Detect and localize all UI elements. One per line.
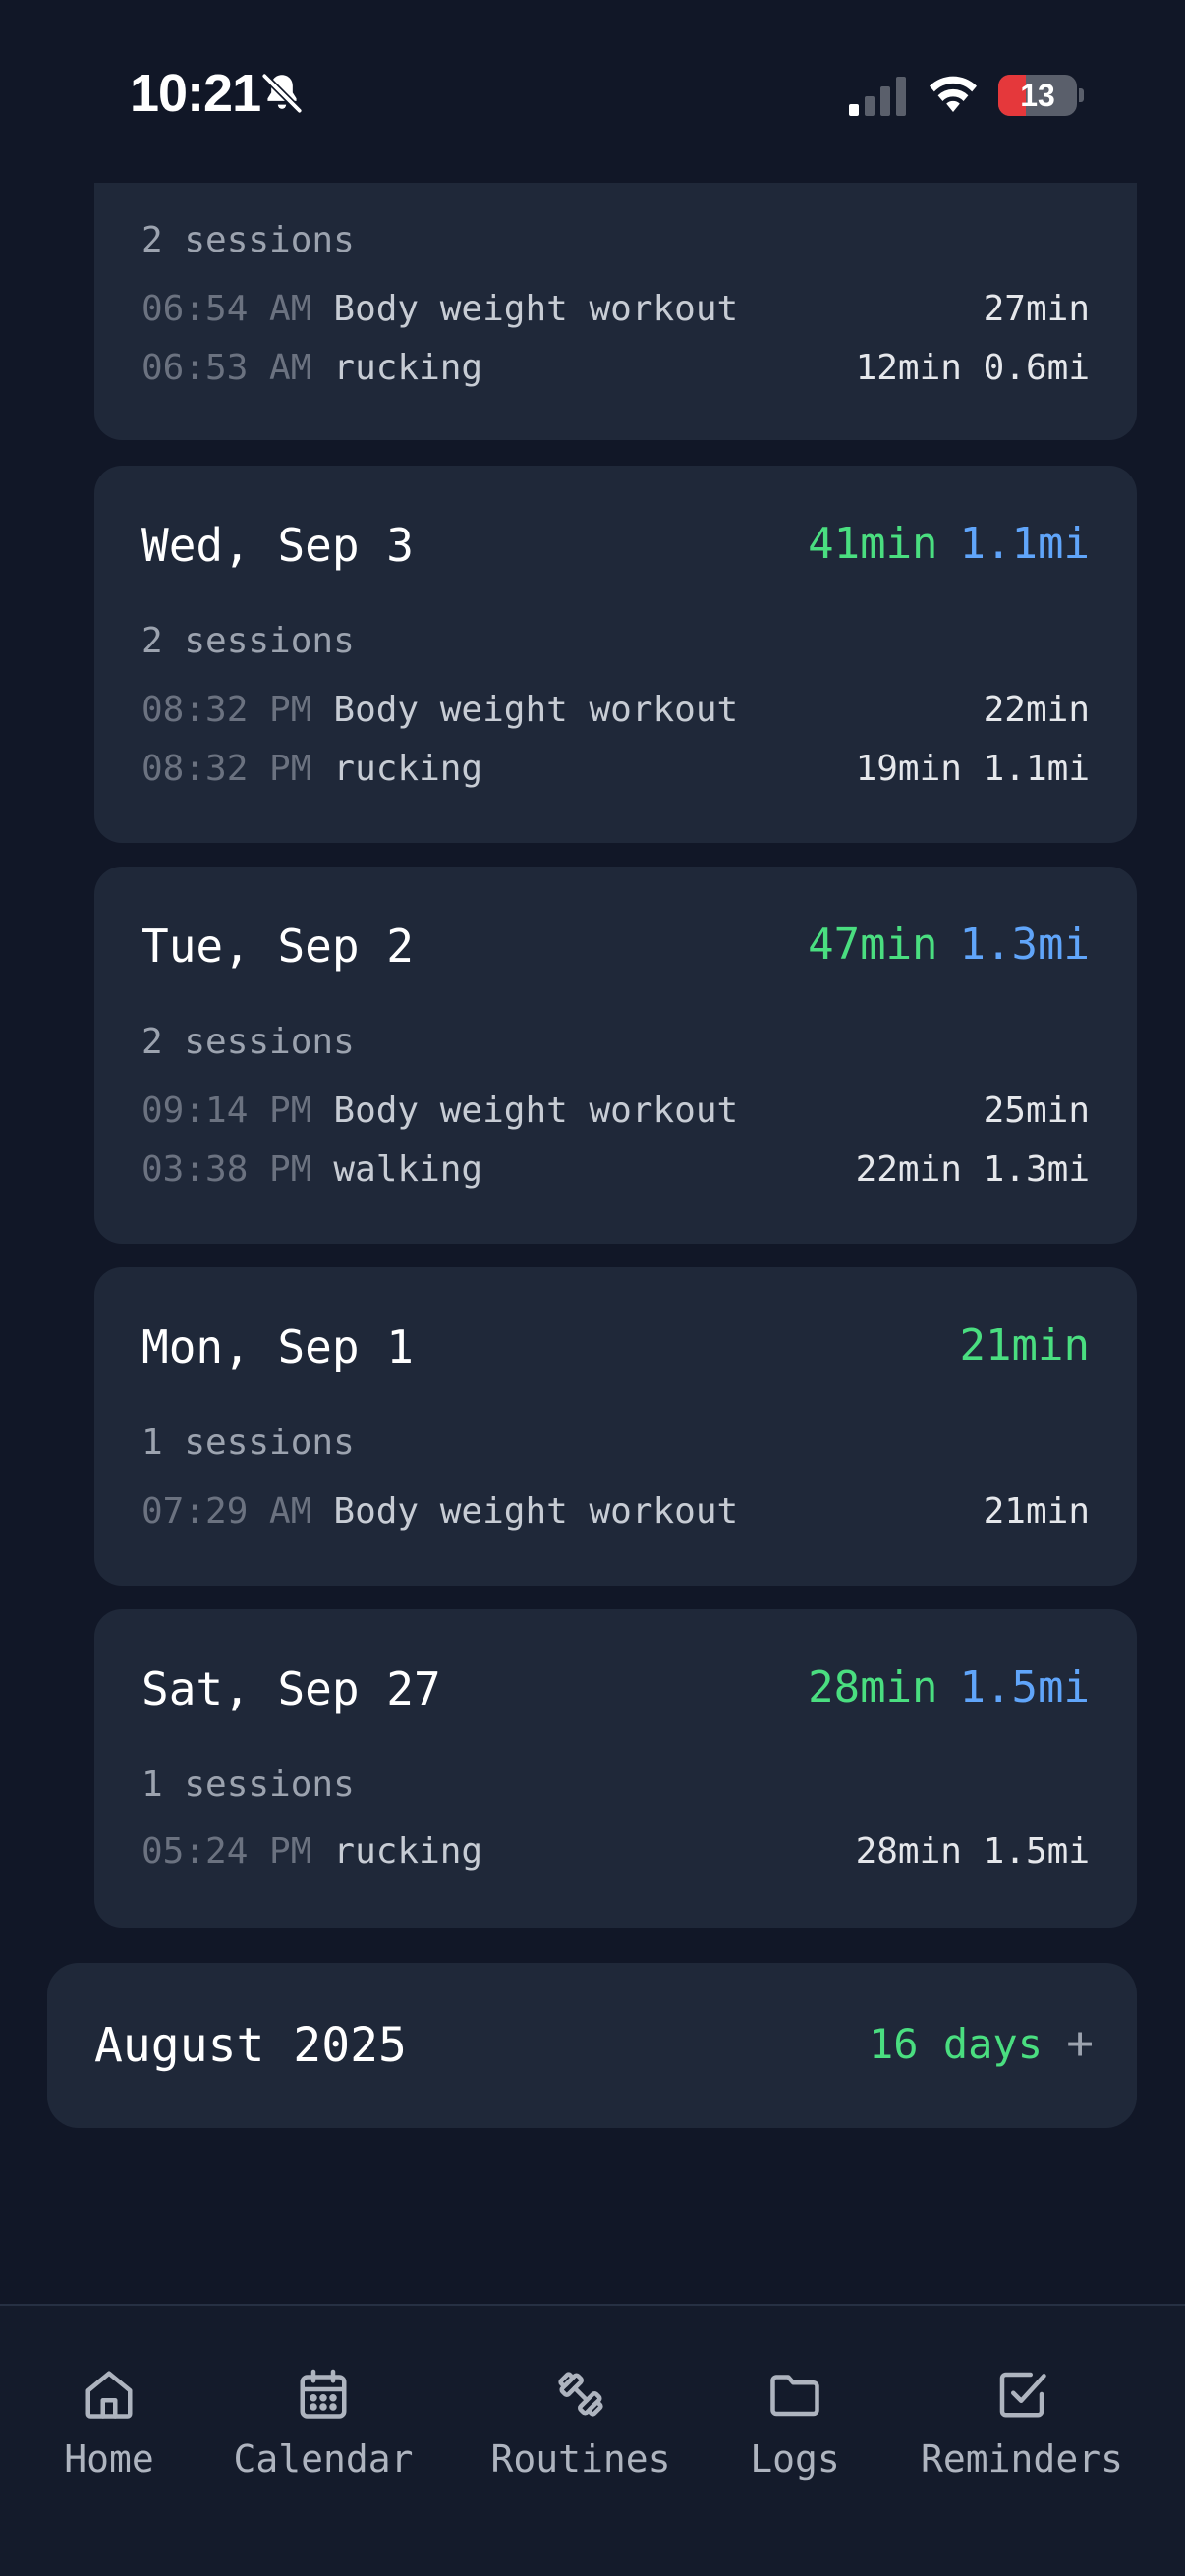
expand-plus-icon[interactable]: + (1066, 2016, 1094, 2069)
day-title: Mon, Sep 1 (141, 1320, 414, 1373)
sessions-count: 2 sessions (141, 621, 355, 661)
nav-label: Reminders (921, 2437, 1123, 2481)
total-minutes: 28min (808, 1662, 938, 1712)
session-name: rucking (333, 749, 483, 789)
day-title: Tue, Sep 2 (141, 920, 414, 973)
sessions-count: 2 sessions (141, 1022, 355, 1062)
nav-label: Home (64, 2437, 154, 2481)
nav-reminders[interactable]: Reminders (914, 2365, 1130, 2481)
dumbbell-icon (558, 2372, 603, 2417)
bell-slash-icon (260, 72, 304, 115)
session-stats: 22min (983, 690, 1090, 730)
session-row[interactable]: 09:14 PM Body weight workout 25min (141, 1091, 1090, 1134)
session-time: 08:32 PM (141, 749, 312, 789)
session-name: Body weight workout (333, 1091, 739, 1131)
sessions-count: 1 sessions (141, 1423, 355, 1463)
session-time: 06:53 AM (141, 348, 312, 388)
session-stats: 21min (983, 1491, 1090, 1532)
battery-level: 13 (1020, 78, 1055, 113)
month-title: August 2025 (94, 2018, 407, 2073)
day-totals: 28min 1.5mi (808, 1662, 1090, 1712)
session-stats: 27min (983, 289, 1090, 329)
session-name: walking (333, 1149, 483, 1190)
day-card[interactable]: Mon, Sep 1 21min 1 sessions 07:29 AM Body… (94, 1267, 1137, 1586)
calendar-icon (300, 2369, 347, 2419)
nav-label: Routines (490, 2437, 671, 2481)
session-time: 06:54 AM (141, 289, 312, 329)
status-time: 10:21 (130, 64, 261, 123)
folder-icon (770, 2375, 819, 2417)
wifi-icon (930, 76, 977, 112)
session-name: Body weight workout (333, 289, 739, 329)
session-stats: 12min 0.6mi (855, 348, 1090, 388)
session-name: rucking (333, 348, 483, 388)
session-row[interactable]: 08:32 PM Body weight workout 22min (141, 690, 1090, 733)
session-name: Body weight workout (333, 1491, 739, 1532)
nav-logs[interactable]: Logs (687, 2365, 903, 2481)
status-bar: 10:21 13 (0, 0, 1185, 183)
day-card[interactable]: Tue, Sep 2 47min 1.3mi 2 sessions 09:14 P… (94, 867, 1137, 1244)
session-row[interactable]: 03:38 PM walking 22min 1.3mi (141, 1149, 1090, 1193)
day-card[interactable]: Sat, Sep 27 28min 1.5mi 1 sessions 05:24 … (94, 1609, 1137, 1928)
month-header-august[interactable]: August 2025 16 days + (47, 1963, 1137, 2128)
bottom-nav: Home Calendar Routines Logs Reminders (0, 2304, 1185, 2576)
app-screen: 2 sessions 06:54 AM Body weight workout 2… (0, 0, 1185, 2576)
nav-label: Calendar (233, 2437, 414, 2481)
total-miles: 1.5mi (959, 1662, 1090, 1712)
sessions-count: 2 sessions (141, 220, 355, 260)
day-title: Sat, Sep 27 (141, 1662, 441, 1715)
day-totals: 41min 1.1mi (808, 519, 1090, 569)
checkbox-icon (999, 2372, 1046, 2418)
day-totals: 21min (960, 1320, 1090, 1371)
total-miles: 1.3mi (959, 920, 1090, 970)
session-time: 03:38 PM (141, 1149, 312, 1190)
nav-label: Logs (750, 2437, 840, 2481)
session-stats: 19min 1.1mi (855, 749, 1090, 789)
battery-charging-icon: 13 (998, 75, 1084, 116)
session-name: Body weight workout (333, 690, 739, 730)
session-row[interactable]: 08:32 PM rucking 19min 1.1mi (141, 749, 1090, 792)
history-scroll[interactable]: 2 sessions 06:54 AM Body weight workout 2… (0, 0, 1185, 2304)
session-stats: 25min (983, 1091, 1090, 1131)
day-card[interactable]: Wed, Sep 3 41min 1.1mi 2 sessions 08:32 P… (94, 466, 1137, 843)
session-time: 05:24 PM (141, 1831, 312, 1872)
nav-home[interactable]: Home (1, 2365, 217, 2481)
day-title: Wed, Sep 3 (141, 519, 414, 572)
nav-calendar[interactable]: Calendar (215, 2365, 431, 2481)
session-time: 08:32 PM (141, 690, 312, 730)
sessions-count: 1 sessions (141, 1764, 355, 1805)
session-stats: 28min 1.5mi (855, 1831, 1090, 1872)
total-minutes: 41min (808, 519, 938, 569)
nav-routines[interactable]: Routines (473, 2365, 689, 2481)
month-day-count: 16 days (868, 2020, 1043, 2068)
session-row[interactable]: 06:54 AM Body weight workout 27min (141, 289, 1090, 332)
total-minutes: 21min (959, 1320, 1090, 1371)
session-time: 09:14 PM (141, 1091, 312, 1131)
session-row[interactable]: 06:53 AM rucking 12min 0.6mi (141, 348, 1090, 391)
cellular-signal-icon (849, 77, 906, 116)
day-totals: 47min 1.3mi (808, 920, 1090, 970)
total-miles: 1.1mi (959, 519, 1090, 569)
session-row[interactable]: 07:29 AM Body weight workout 21min (141, 1491, 1090, 1535)
total-minutes: 47min (808, 920, 938, 970)
session-stats: 22min 1.3mi (855, 1149, 1090, 1190)
home-icon (85, 2371, 133, 2419)
session-time: 07:29 AM (141, 1491, 312, 1532)
session-row[interactable]: 05:24 PM rucking 28min 1.5mi (141, 1831, 1090, 1875)
session-name: rucking (333, 1831, 483, 1872)
